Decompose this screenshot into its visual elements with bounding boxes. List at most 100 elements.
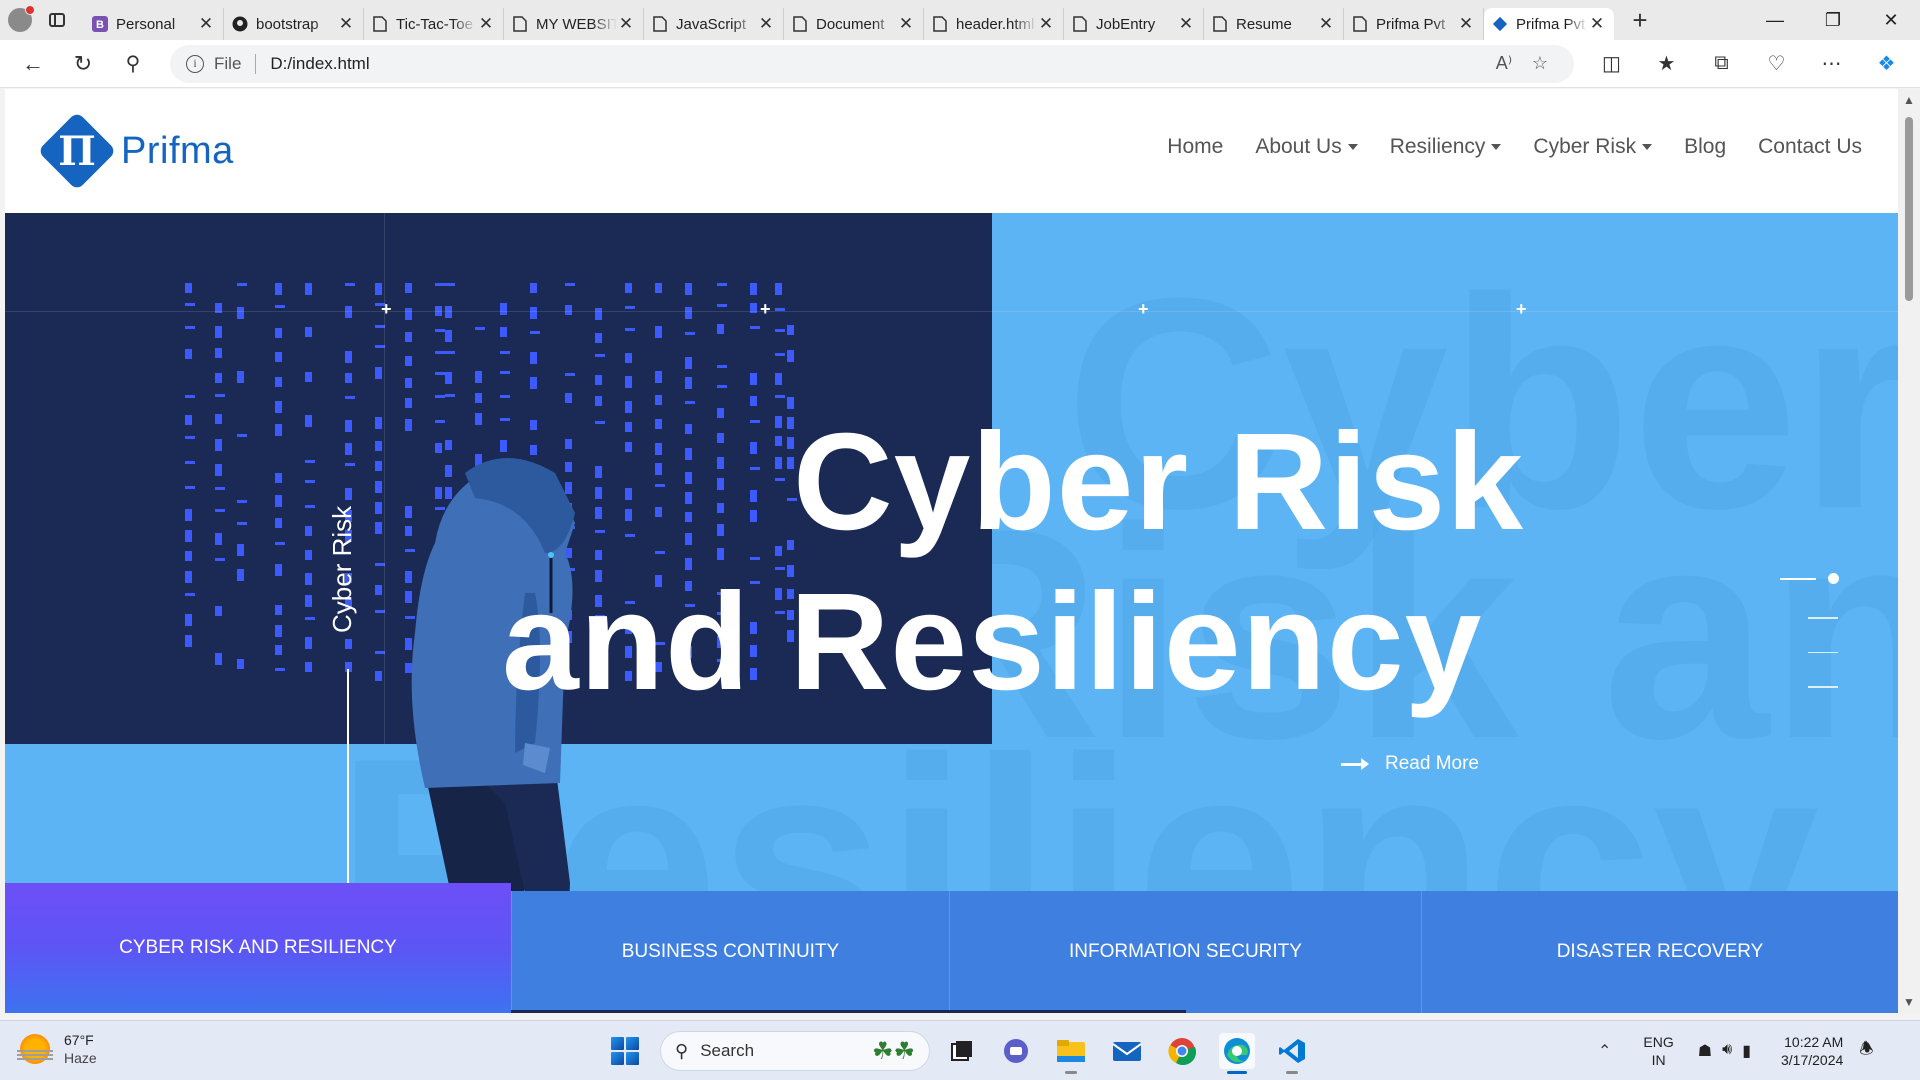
browser-tab[interactable]: B Personal ✕ bbox=[84, 8, 224, 40]
weather-widget[interactable]: 67°F Haze bbox=[17, 1031, 97, 1067]
service-tab-label: BUSINESS CONTINUITY bbox=[621, 941, 840, 962]
favorite-star-icon[interactable]: ☆ bbox=[1522, 53, 1558, 74]
nav-label: Blog bbox=[1684, 135, 1727, 158]
browser-tab[interactable]: Document ✕ bbox=[784, 8, 924, 40]
nav-blog[interactable]: Blog bbox=[1684, 135, 1726, 159]
tab-title: Prifma Pvt bbox=[1376, 15, 1446, 33]
minimize-button[interactable]: — bbox=[1746, 0, 1804, 40]
slide-pagination bbox=[1780, 573, 1839, 721]
close-tab-icon[interactable]: ✕ bbox=[477, 14, 495, 34]
scroll-up-icon[interactable]: ▲ bbox=[1903, 93, 1915, 107]
show-hidden-icons-icon[interactable]: ⌃ bbox=[1598, 1041, 1611, 1061]
close-tab-icon[interactable]: ✕ bbox=[1588, 14, 1606, 34]
close-tab-icon[interactable]: ✕ bbox=[897, 14, 915, 34]
close-tab-icon[interactable]: ✕ bbox=[1457, 14, 1475, 34]
slide-indicator-active[interactable] bbox=[1780, 573, 1839, 584]
main-navigation: Home About Us Resiliency Cyber Risk Blog Cont… bbox=[1135, 135, 1862, 159]
nav-contact-us[interactable]: Contact Us bbox=[1758, 135, 1862, 159]
split-screen-icon[interactable]: ◫ bbox=[1584, 44, 1639, 84]
service-tab-information-security[interactable]: INFORMATION SECURITY bbox=[949, 891, 1421, 1013]
lang-line-1: ENG bbox=[1643, 1034, 1674, 1050]
divider bbox=[255, 53, 257, 74]
slide-indicator[interactable] bbox=[1808, 686, 1838, 688]
file-explorer-icon[interactable] bbox=[1053, 1033, 1089, 1074]
windows-taskbar: 67°F Haze ⚲ Search ☘☘ ⌃ ENG IN ☗ 🔊︎ ▮ 10… bbox=[0, 1020, 1920, 1080]
browser-tab[interactable]: Resume ✕ bbox=[1204, 8, 1344, 40]
plus-marker-icon: + bbox=[381, 299, 392, 319]
info-icon[interactable]: i bbox=[186, 54, 204, 73]
close-window-button[interactable]: ✕ bbox=[1862, 0, 1920, 40]
service-tab-disaster-recovery[interactable]: DISASTER RECOVERY bbox=[1421, 891, 1898, 1013]
browser-essentials-icon[interactable]: ♡ bbox=[1749, 44, 1804, 84]
notification-bell-icon[interactable]: 🕭︎ bbox=[1859, 1038, 1873, 1065]
language-indicator[interactable]: ENG IN bbox=[1643, 1033, 1673, 1069]
scroll-down-icon[interactable]: ▼ bbox=[1903, 995, 1915, 1009]
favorites-icon[interactable]: ★ bbox=[1639, 44, 1694, 84]
page-icon-icon bbox=[1212, 16, 1228, 32]
system-tray: ⌃ ENG IN ☗ 🔊︎ ▮ 10:22 AM 3/17/2024 🕭︎ bbox=[1598, 1033, 1874, 1069]
url-text[interactable]: D:/index.html bbox=[270, 54, 1486, 74]
address-bar[interactable]: i File D:/index.html A⁾ ☆ bbox=[170, 44, 1574, 83]
edge-icon[interactable] bbox=[1219, 1033, 1255, 1074]
clock[interactable]: 10:22 AM 3/17/2024 bbox=[1781, 1033, 1843, 1069]
read-more-link[interactable]: Read More bbox=[1341, 753, 1479, 775]
service-tab-business-continuity[interactable]: BUSINESS CONTINUITY bbox=[511, 891, 949, 1013]
site-logo[interactable]: Π Prifma bbox=[37, 111, 234, 191]
browser-tab[interactable]: JobEntry ✕ bbox=[1064, 8, 1204, 40]
new-tab-button[interactable]: + bbox=[1620, 0, 1660, 40]
copilot-icon[interactable]: ❖ bbox=[1859, 44, 1914, 84]
browser-tab[interactable]: header.html ✕ bbox=[924, 8, 1064, 40]
browser-tab[interactable]: MY WEBSITE✕ bbox=[504, 8, 644, 40]
close-tab-icon[interactable]: ✕ bbox=[337, 14, 355, 34]
slide-indicator[interactable] bbox=[1808, 651, 1838, 653]
more-menu-icon[interactable]: ⋯ bbox=[1804, 44, 1859, 84]
close-tab-icon[interactable]: ✕ bbox=[1317, 14, 1335, 34]
chrome-icon[interactable] bbox=[1164, 1033, 1200, 1069]
back-button[interactable]: ← bbox=[10, 44, 56, 84]
site-header: Π Prifma Home About Us Resiliency Cyber Ris… bbox=[5, 89, 1898, 213]
browser-tab[interactable]: JavaScript ✕ bbox=[644, 8, 784, 40]
taskbar-search[interactable]: ⚲ Search ☘☘ bbox=[660, 1031, 930, 1071]
collections-icon[interactable]: ⧉ bbox=[1694, 44, 1749, 84]
restore-button[interactable]: ❐ bbox=[1804, 0, 1862, 40]
nav-cyber-risk[interactable]: Cyber Risk bbox=[1533, 135, 1653, 159]
hero-section: Cyber Risk and Resiliency + + + + Cyber … bbox=[5, 213, 1898, 1013]
read-aloud-icon[interactable]: A⁾ bbox=[1486, 53, 1522, 74]
profile-button[interactable] bbox=[0, 0, 40, 40]
browser-tab[interactable]: Prifma Pvt ✕ bbox=[1484, 8, 1614, 40]
tab-title: MY WEBSITE bbox=[536, 15, 617, 33]
quick-settings[interactable]: ☗ 🔊︎ ▮ bbox=[1698, 1041, 1751, 1061]
scrollbar-thumb[interactable] bbox=[1905, 117, 1913, 301]
close-tab-icon[interactable]: ✕ bbox=[197, 14, 215, 34]
search-icon[interactable]: ⚲ bbox=[110, 44, 156, 84]
browser-tab[interactable]: Tic-Tac-Toe ✕ bbox=[364, 8, 504, 40]
task-view-icon[interactable] bbox=[944, 1033, 980, 1069]
tab-actions-button[interactable] bbox=[40, 0, 74, 40]
tab-list: B Personal ✕ bootstrap ✕ Tic-Tac-Toe ✕ MY WEBSI… bbox=[84, 0, 1614, 40]
scheme-label: File bbox=[214, 53, 242, 73]
close-tab-icon[interactable]: ✕ bbox=[757, 14, 775, 34]
browser-tab[interactable]: Prifma Pvt ✕ bbox=[1344, 8, 1484, 40]
mail-icon[interactable] bbox=[1109, 1033, 1145, 1069]
close-tab-icon[interactable]: ✕ bbox=[1177, 14, 1195, 34]
vscode-icon[interactable] bbox=[1274, 1033, 1310, 1074]
prifma-icon bbox=[1492, 16, 1508, 32]
browser-tab-strip: B Personal ✕ bootstrap ✕ Tic-Tac-Toe ✕ MY WEBSI… bbox=[0, 0, 1920, 40]
close-tab-icon[interactable]: ✕ bbox=[1037, 14, 1055, 34]
teams-icon[interactable] bbox=[998, 1033, 1034, 1069]
refresh-button[interactable]: ↻ bbox=[60, 44, 106, 84]
close-tab-icon[interactable]: ✕ bbox=[617, 14, 635, 34]
slide-indicator[interactable] bbox=[1808, 617, 1838, 619]
nav-home[interactable]: Home bbox=[1167, 135, 1223, 159]
nav-resiliency[interactable]: Resiliency bbox=[1390, 135, 1502, 159]
window-controls: — ❐ ✕ bbox=[1746, 0, 1920, 40]
haze-weather-icon bbox=[17, 1034, 53, 1064]
nav-about-us[interactable]: About Us bbox=[1255, 135, 1358, 159]
browser-tab[interactable]: bootstrap ✕ bbox=[224, 8, 364, 40]
nav-label: Resiliency bbox=[1389, 135, 1486, 158]
page-scrollbar[interactable]: ▲ ▼ bbox=[1898, 89, 1920, 1013]
start-button[interactable] bbox=[611, 1037, 639, 1065]
arrow-right-icon bbox=[1341, 757, 1369, 770]
service-tab-cyber-risk-and-resiliency[interactable]: CYBER RISK AND RESILIENCY bbox=[5, 883, 511, 1013]
page-icon-icon bbox=[932, 16, 948, 32]
